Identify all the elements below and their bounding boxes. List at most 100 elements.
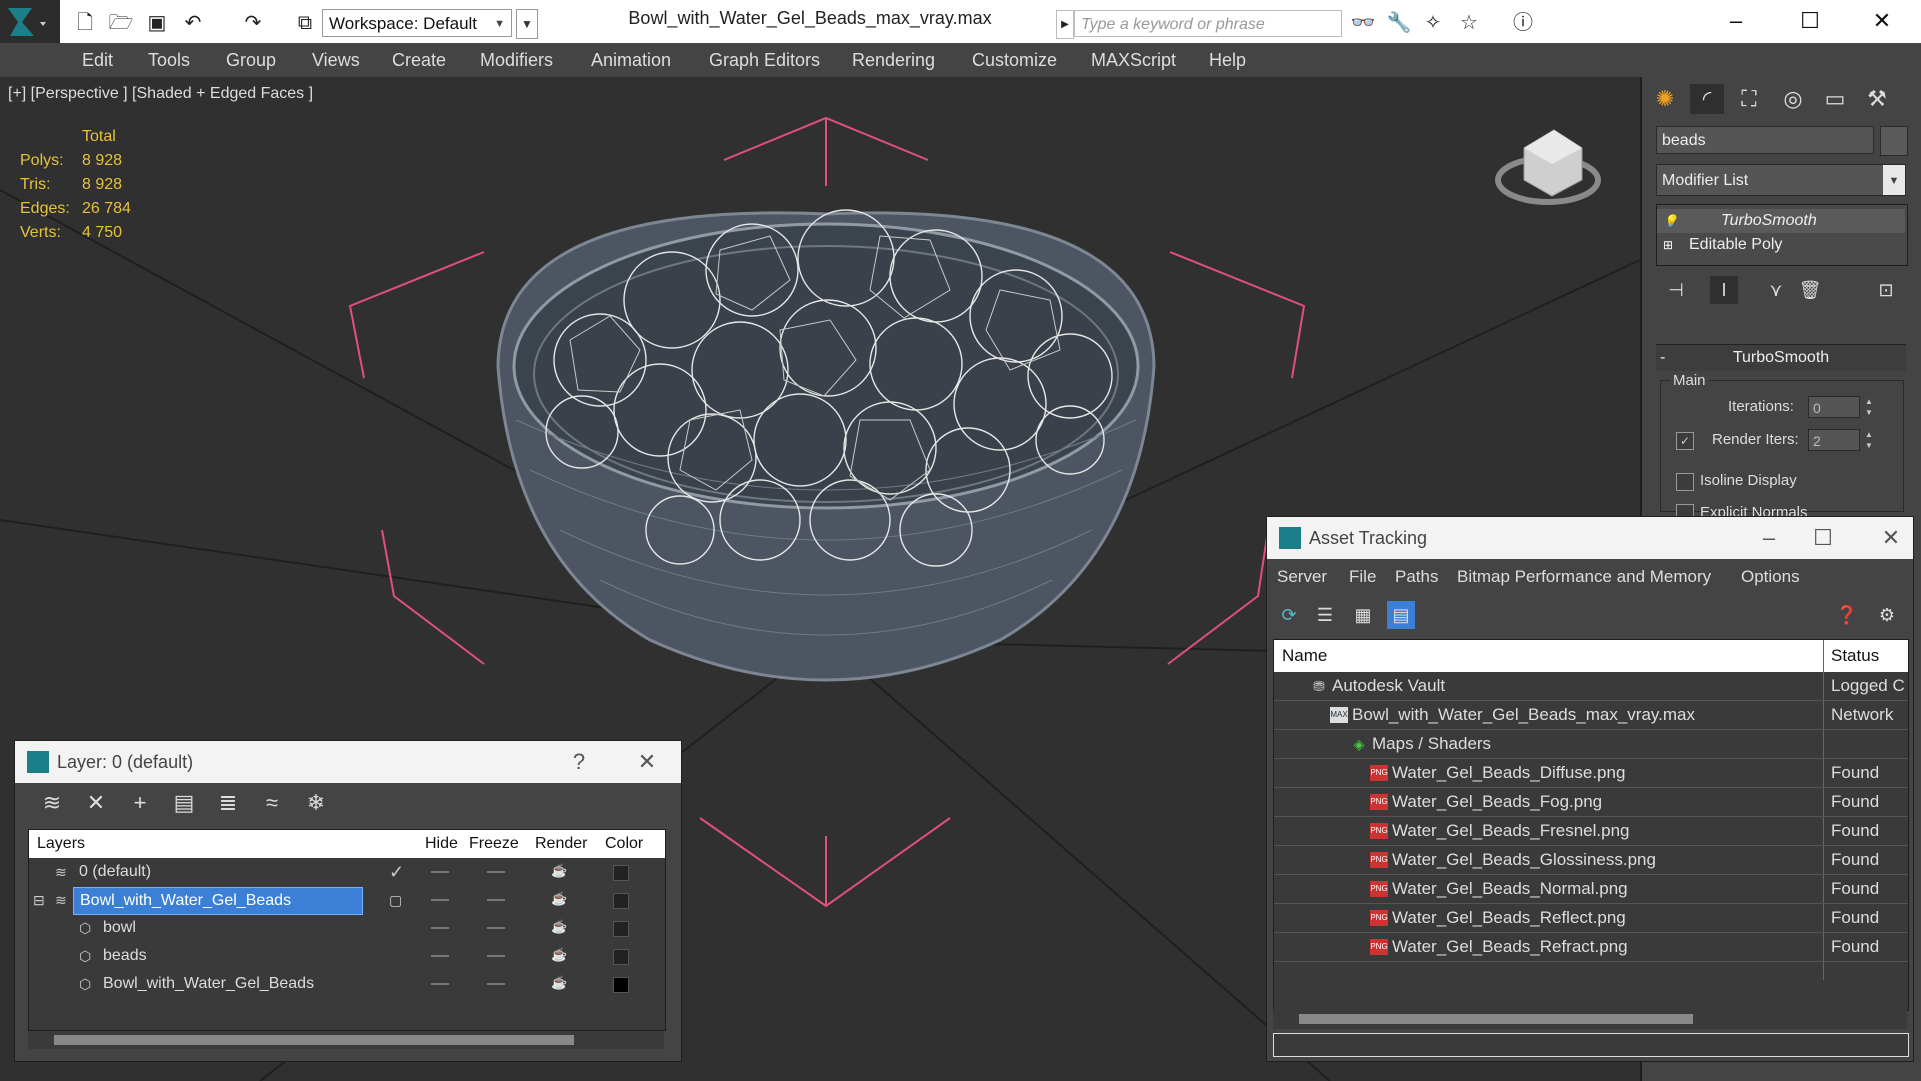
column-header[interactable]: Hide	[425, 830, 458, 858]
make-unique-icon[interactable]: ⋎	[1762, 276, 1790, 304]
object-color-swatch[interactable]	[1880, 126, 1908, 156]
collapse-icon[interactable]: ⊟	[33, 886, 45, 914]
iterations-spinner[interactable]: 0	[1808, 396, 1860, 418]
save-icon[interactable]: ▣	[144, 10, 170, 36]
menu-paths[interactable]: Paths	[1395, 567, 1438, 587]
menu-rendering[interactable]: Rendering	[852, 50, 935, 71]
table-row[interactable]: PNG Water_Gel_Beads_Normal.png Found	[1274, 875, 1908, 904]
close-icon[interactable]: ✕	[1862, 4, 1902, 38]
minimize-icon[interactable]: –	[1753, 523, 1785, 553]
vault-help-icon[interactable]: ❓	[1833, 601, 1861, 629]
column-header[interactable]: Freeze	[469, 830, 519, 858]
menu-customize[interactable]: Customize	[972, 50, 1057, 71]
render-teapot-icon[interactable]: ☕	[551, 976, 567, 990]
freeze-toggle[interactable]	[487, 899, 505, 901]
minimize-icon[interactable]: –	[1716, 4, 1756, 38]
hide-toggle[interactable]	[431, 899, 449, 901]
menu-server[interactable]: Server	[1277, 567, 1327, 587]
menu-group[interactable]: Group	[226, 50, 276, 71]
highlight-icon[interactable]: ≣	[213, 789, 243, 817]
menu-help[interactable]: Help	[1209, 50, 1246, 71]
select-icon[interactable]: ▤	[169, 789, 199, 817]
add-icon[interactable]: +	[125, 789, 155, 817]
close-icon[interactable]: ✕	[631, 747, 663, 777]
render-teapot-icon[interactable]: ☕	[551, 948, 567, 962]
layer-color-swatch[interactable]	[613, 865, 629, 881]
remove-modifier-icon[interactable]: 🗑	[1796, 276, 1824, 304]
menu-file[interactable]: File	[1349, 567, 1376, 587]
menu-bitmap-performance[interactable]: Bitmap Performance and Memory	[1457, 567, 1711, 587]
table-row[interactable]: MAX Bowl_with_Water_Gel_Beads_max_vray.m…	[1274, 701, 1908, 730]
object-name-field[interactable]: beads	[1656, 126, 1874, 154]
table-view-icon[interactable]: ▤	[1387, 601, 1415, 629]
search-expand-icon[interactable]: ▶	[1056, 10, 1074, 39]
new-file-icon[interactable]: 🗋	[72, 10, 98, 36]
vault-settings-icon[interactable]: ⚙	[1873, 601, 1901, 629]
spinner-arrows-icon[interactable]: ▲ ▼	[1862, 396, 1876, 418]
workspace-dropdown[interactable]: Workspace: Default ▼	[322, 9, 512, 37]
scrollbar-thumb[interactable]	[54, 1035, 574, 1045]
menu-options[interactable]: Options	[1741, 567, 1800, 587]
maximize-icon[interactable]: ☐	[1790, 4, 1830, 38]
star-sign-in-icon[interactable]: ✧	[1420, 10, 1446, 36]
table-row[interactable]: ⊟ ≋ Bowl_with_Water_Gel_Beads ▢ ☕	[29, 886, 665, 915]
refresh-icon[interactable]: ⟳	[1275, 601, 1303, 629]
create-icon[interactable]: ✺	[1648, 84, 1682, 114]
render-teapot-icon[interactable]: ☕	[551, 864, 567, 878]
hide-toggle[interactable]	[431, 871, 449, 873]
column-header[interactable]: Color	[605, 830, 643, 858]
freeze-icon[interactable]: ❄	[301, 789, 331, 817]
render-teapot-icon[interactable]: ☕	[551, 920, 567, 934]
maximize-icon[interactable]: ☐	[1807, 523, 1839, 553]
horizontal-scrollbar[interactable]	[1273, 1009, 1907, 1029]
help-icon[interactable]: ⓘ	[1510, 10, 1536, 36]
layer-color-swatch[interactable]	[613, 949, 629, 965]
bulb-icon[interactable]: 💡	[1663, 209, 1678, 233]
close-icon[interactable]: ✕	[1875, 523, 1907, 553]
table-row[interactable]: ≋ 0 (default) ✓ ☕	[29, 858, 665, 886]
stack-item-turbosmooth[interactable]: 💡 TurboSmooth	[1657, 209, 1905, 233]
table-row[interactable]: ⬡ bowl ☕	[29, 914, 665, 942]
render-teapot-icon[interactable]: ☕	[551, 892, 567, 906]
table-row[interactable]: ⛃ Autodesk Vault Logged C	[1274, 672, 1908, 701]
open-file-icon[interactable]: 🗁	[108, 10, 134, 36]
layer-window-titlebar[interactable]: Layer: 0 (default) ? ✕	[15, 741, 681, 783]
pin-stack-icon[interactable]: ⊣	[1662, 276, 1690, 304]
menu-modifiers[interactable]: Modifiers	[480, 50, 553, 71]
menu-graph-editors[interactable]: Graph Editors	[709, 50, 820, 71]
show-end-result-icon[interactable]: I	[1710, 276, 1738, 304]
column-header[interactable]: Render	[535, 830, 587, 858]
undo-icon[interactable]: ↶	[180, 10, 206, 36]
layer-color-swatch[interactable]	[613, 893, 629, 909]
menu-views[interactable]: Views	[312, 50, 360, 71]
list-view-icon[interactable]: ☰	[1311, 601, 1339, 629]
delete-icon[interactable]: ✕	[81, 789, 111, 817]
freeze-toggle[interactable]	[487, 983, 505, 985]
viewport-label[interactable]: [+] [Perspective ] [Shaded + Edged Faces…	[8, 85, 313, 103]
table-row[interactable]: PNG Water_Gel_Beads_Fog.png Found	[1274, 788, 1908, 817]
menu-create[interactable]: Create	[392, 50, 446, 71]
redo-icon[interactable]: ↷	[240, 10, 266, 36]
freeze-toggle[interactable]	[487, 955, 505, 957]
current-layer-box-icon[interactable]: ▢	[389, 886, 402, 914]
stack-item-editable-poly[interactable]: ⊞ Editable Poly	[1657, 233, 1905, 257]
menu-maxscript[interactable]: MAXScript	[1091, 50, 1176, 71]
checkmark-icon[interactable]: ✓	[389, 858, 404, 886]
column-header[interactable]: Name	[1282, 640, 1327, 672]
plus-icon[interactable]: ⊞	[1663, 233, 1673, 257]
layer-color-swatch[interactable]	[613, 921, 629, 937]
render-iters-checkbox[interactable]: ✓	[1676, 432, 1694, 450]
table-row[interactable]: PNG Water_Gel_Beads_Glossiness.png Found	[1274, 846, 1908, 875]
horizontal-scrollbar[interactable]	[28, 1031, 664, 1049]
favorite-icon[interactable]: ☆	[1456, 10, 1482, 36]
binoculars-icon[interactable]: 👓	[1350, 10, 1376, 36]
layer-name[interactable]: Bowl_with_Water_Gel_Beads	[73, 887, 363, 915]
help-icon[interactable]: ?	[563, 747, 595, 777]
new-layer-icon[interactable]: ≋	[37, 789, 67, 817]
workspace-menu-button[interactable]: ▼	[516, 9, 538, 39]
tree-view-icon[interactable]: ▦	[1349, 601, 1377, 629]
turbosmooth-rollout-header[interactable]: - TurboSmooth	[1656, 344, 1906, 371]
table-row[interactable]: PNG Water_Gel_Beads_Refract.png Found	[1274, 933, 1908, 962]
column-header[interactable]: Status	[1831, 640, 1879, 672]
hide-toggle[interactable]	[431, 983, 449, 985]
